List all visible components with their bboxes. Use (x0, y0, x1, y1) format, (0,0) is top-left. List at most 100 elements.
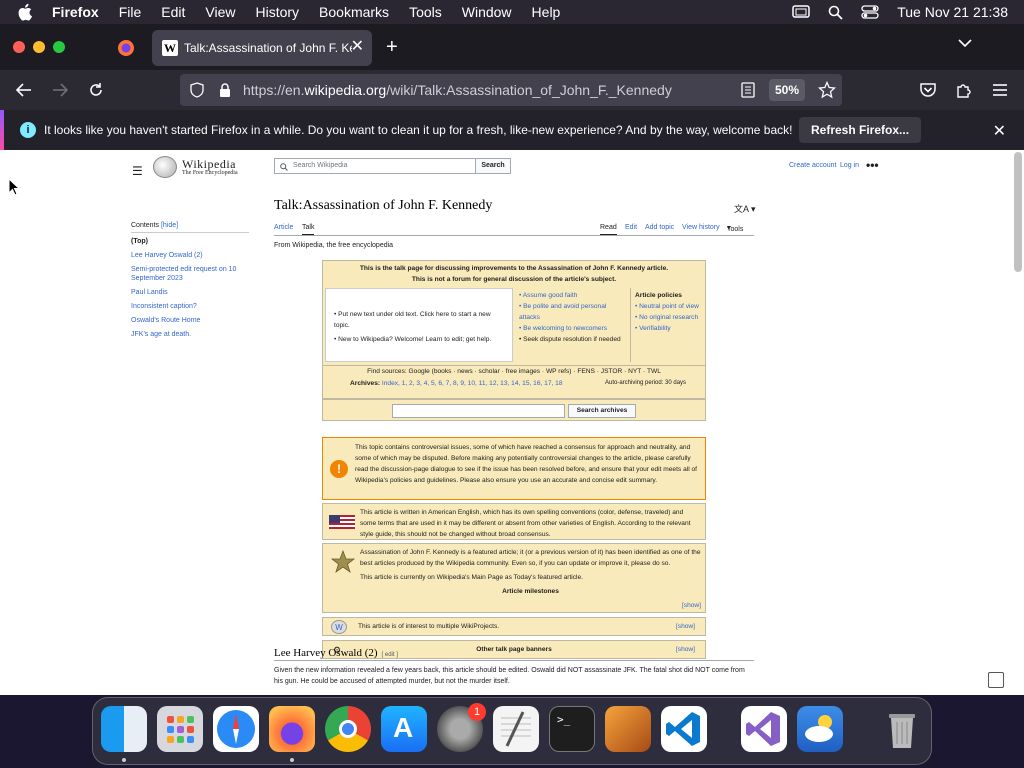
menu-view[interactable]: View (205, 4, 235, 20)
fullscreen-toggle-icon[interactable] (988, 672, 1004, 688)
close-notification-icon[interactable]: ✕ (993, 121, 1006, 141)
url-domain: wikipedia.org (304, 82, 387, 98)
language-icon[interactable]: 文A ▾ (734, 202, 756, 215)
toc-item-oswald[interactable]: Lee Harvey Oswald (2) (131, 251, 249, 260)
guideline-polite[interactable]: • Be polite and avoid personal attacks (519, 301, 627, 323)
back-icon[interactable] (14, 80, 34, 100)
lock-icon[interactable] (218, 82, 232, 98)
toc-item-route[interactable]: Oswald's Route Home (131, 316, 249, 325)
toc-item-landis[interactable]: Paul Landis (131, 288, 249, 297)
close-window-button[interactable] (13, 41, 25, 53)
visual-studio-icon[interactable] (741, 706, 787, 752)
firefox-icon[interactable] (269, 706, 315, 752)
featured-article-notice: Assassination of John F. Kennedy is a fe… (322, 543, 706, 613)
new-tab-icon[interactable]: + (386, 36, 398, 59)
forward-icon[interactable] (50, 80, 70, 100)
tab-wikipedia[interactable]: W Talk:Assassination of John F. Kennedy … (152, 30, 372, 66)
control-center-icon[interactable] (861, 5, 879, 19)
milestones-show-link[interactable]: [show] (682, 600, 701, 611)
app-store-icon[interactable]: A (381, 706, 427, 752)
wiki-search-input[interactable]: Search Wikipedia (274, 158, 476, 174)
menu-window[interactable]: Window (462, 4, 512, 20)
talk-header-line2: This is not a forum for general discussi… (411, 276, 617, 283)
menu-edit[interactable]: Edit (161, 4, 185, 20)
reader-view-icon[interactable] (741, 82, 755, 98)
policy-npov[interactable]: • Neutral point of view (635, 301, 704, 312)
minimize-window-button[interactable] (33, 41, 45, 53)
weather-icon[interactable] (797, 706, 843, 752)
archive-search-input[interactable] (392, 404, 565, 418)
guideline-good-faith[interactable]: • Assume good faith (519, 290, 627, 301)
tab-view-history[interactable]: View history (682, 224, 720, 231)
tab-add-topic[interactable]: Add topic (645, 224, 674, 231)
new-text-label[interactable]: Put new text under old text. Click here … (334, 311, 491, 329)
toc-item-top[interactable]: (Top) (131, 237, 249, 246)
wiki-main-menu-icon[interactable]: ☰ (132, 164, 143, 178)
policy-nor[interactable]: • No original research (635, 312, 704, 323)
screen-mirror-icon[interactable] (792, 5, 810, 19)
search-archives-button[interactable]: Search archives (568, 404, 636, 418)
search-placeholder: Search Wikipedia (293, 162, 348, 169)
url-bar[interactable]: https://en.wikipedia.org/wiki/Talk:Assas… (180, 74, 842, 106)
menu-help[interactable]: Help (532, 4, 561, 20)
toc-item-caption[interactable]: Inconsistent caption? (131, 302, 249, 311)
tab-article[interactable]: Article (274, 224, 293, 231)
more-options-icon[interactable]: ••• (866, 158, 879, 172)
wikipedia-globe-logo[interactable] (153, 156, 177, 178)
bookmark-star-icon[interactable] (818, 81, 836, 99)
terminal-icon[interactable]: >_ (549, 706, 595, 752)
section-edit-link[interactable]: [ edit ] (382, 652, 398, 658)
tab-tools[interactable]: Tools ▾ (727, 224, 743, 233)
toc-hide-link[interactable]: [hide] (161, 222, 178, 229)
menu-file[interactable]: File (119, 4, 142, 20)
close-tab-icon[interactable]: ✕ (351, 39, 364, 55)
apple-icon[interactable] (16, 2, 36, 22)
wikiprojects-show-link[interactable]: [show] (676, 621, 695, 632)
launchpad-icon[interactable] (157, 706, 203, 752)
guideline-welcoming[interactable]: • Be welcoming to newcomers (519, 323, 627, 334)
firefox-view-icon[interactable] (117, 39, 135, 57)
wiki-search-button[interactable]: Search (475, 158, 511, 174)
menu-history[interactable]: History (255, 4, 299, 20)
tab-talk[interactable]: Talk (302, 224, 315, 235)
visual-studio-logo-icon (746, 712, 780, 746)
trash-icon[interactable] (879, 706, 925, 752)
pocket-icon[interactable] (918, 80, 938, 100)
new-user-label[interactable]: New to Wikipedia? Welcome! Learn to edit… (338, 336, 491, 343)
other-banners-show-link[interactable]: [show] (676, 644, 695, 655)
chrome-icon[interactable] (325, 706, 371, 752)
page-scrollbar[interactable] (1014, 152, 1022, 272)
toc-item-edit-request[interactable]: Semi-protected edit request on 10 Septem… (131, 265, 249, 283)
url-text[interactable]: https://en.wikipedia.org/wiki/Talk:Assas… (243, 82, 672, 98)
archives-links[interactable]: Index, 1, 2, 3, 4, 5, 6, 7, 8, 9, 10, 11… (382, 380, 563, 387)
clock[interactable]: Tue Nov 21 21:38 (897, 4, 1008, 20)
textedit-icon[interactable] (493, 706, 539, 752)
zoom-window-button[interactable] (53, 41, 65, 53)
finder-icon[interactable] (101, 706, 147, 752)
safari-icon[interactable] (213, 706, 259, 752)
list-all-tabs-icon[interactable] (958, 38, 972, 48)
menu-firefox[interactable]: Firefox (52, 4, 99, 20)
log-in-link[interactable]: Log in (840, 162, 859, 169)
tab-edit[interactable]: Edit (625, 224, 637, 231)
reload-icon[interactable] (86, 80, 106, 100)
garageband-icon[interactable] (605, 706, 651, 752)
policy-verifiability[interactable]: • Verifiability (635, 323, 704, 334)
tab-read[interactable]: Read (600, 224, 617, 235)
vscode-icon[interactable] (661, 706, 707, 752)
menu-bookmarks[interactable]: Bookmarks (319, 4, 389, 20)
extensions-icon[interactable] (954, 80, 974, 100)
find-sources[interactable]: Find sources: Google (books · news · sch… (323, 365, 705, 377)
menu-tools[interactable]: Tools (409, 4, 442, 20)
zoom-level-button[interactable]: 50% (769, 79, 806, 101)
create-account-link[interactable]: Create account (789, 162, 836, 169)
refresh-firefox-button[interactable]: Refresh Firefox... (799, 117, 922, 143)
spotlight-search-icon[interactable] (828, 5, 843, 20)
tab-title: Talk:Assassination of John F. Kennedy (184, 41, 352, 55)
hamburger-menu-icon[interactable] (990, 80, 1010, 100)
notification-accent (0, 110, 4, 150)
us-flag-icon (329, 515, 355, 529)
toc-item-age[interactable]: JFK's age at death. (131, 330, 249, 339)
tracking-protection-shield-icon[interactable] (189, 82, 205, 98)
guideline-dispute[interactable]: • Seek dispute resolution if needed (519, 334, 627, 345)
